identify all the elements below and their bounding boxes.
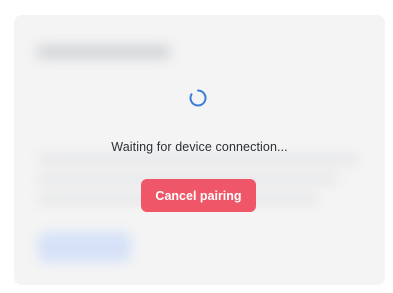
- connection-status-text: Waiting for device connection...: [111, 140, 288, 154]
- cancel-pairing-button[interactable]: Cancel pairing: [141, 179, 256, 212]
- pairing-card: Waiting for device connection... Cancel …: [14, 15, 385, 285]
- spinner-icon: [189, 89, 207, 107]
